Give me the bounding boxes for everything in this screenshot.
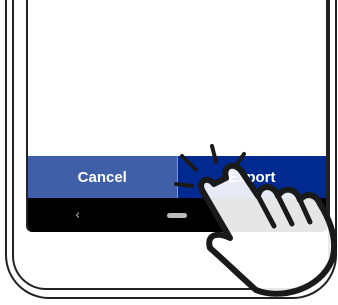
dialog-content-area (28, 0, 326, 156)
phone-mockup: Cancel Export ‹ (0, 0, 338, 305)
android-nav-bar: ‹ (28, 198, 326, 232)
back-icon[interactable]: ‹ (68, 208, 88, 223)
phone-screen: Cancel Export ‹ (26, 0, 328, 232)
export-button[interactable]: Export (177, 156, 326, 198)
home-pill-icon[interactable] (166, 212, 187, 218)
dialog-action-bar: Cancel Export (28, 156, 326, 198)
cancel-button[interactable]: Cancel (28, 156, 177, 198)
cancel-button-label: Cancel (77, 168, 127, 186)
export-button-label: Export (227, 168, 276, 186)
